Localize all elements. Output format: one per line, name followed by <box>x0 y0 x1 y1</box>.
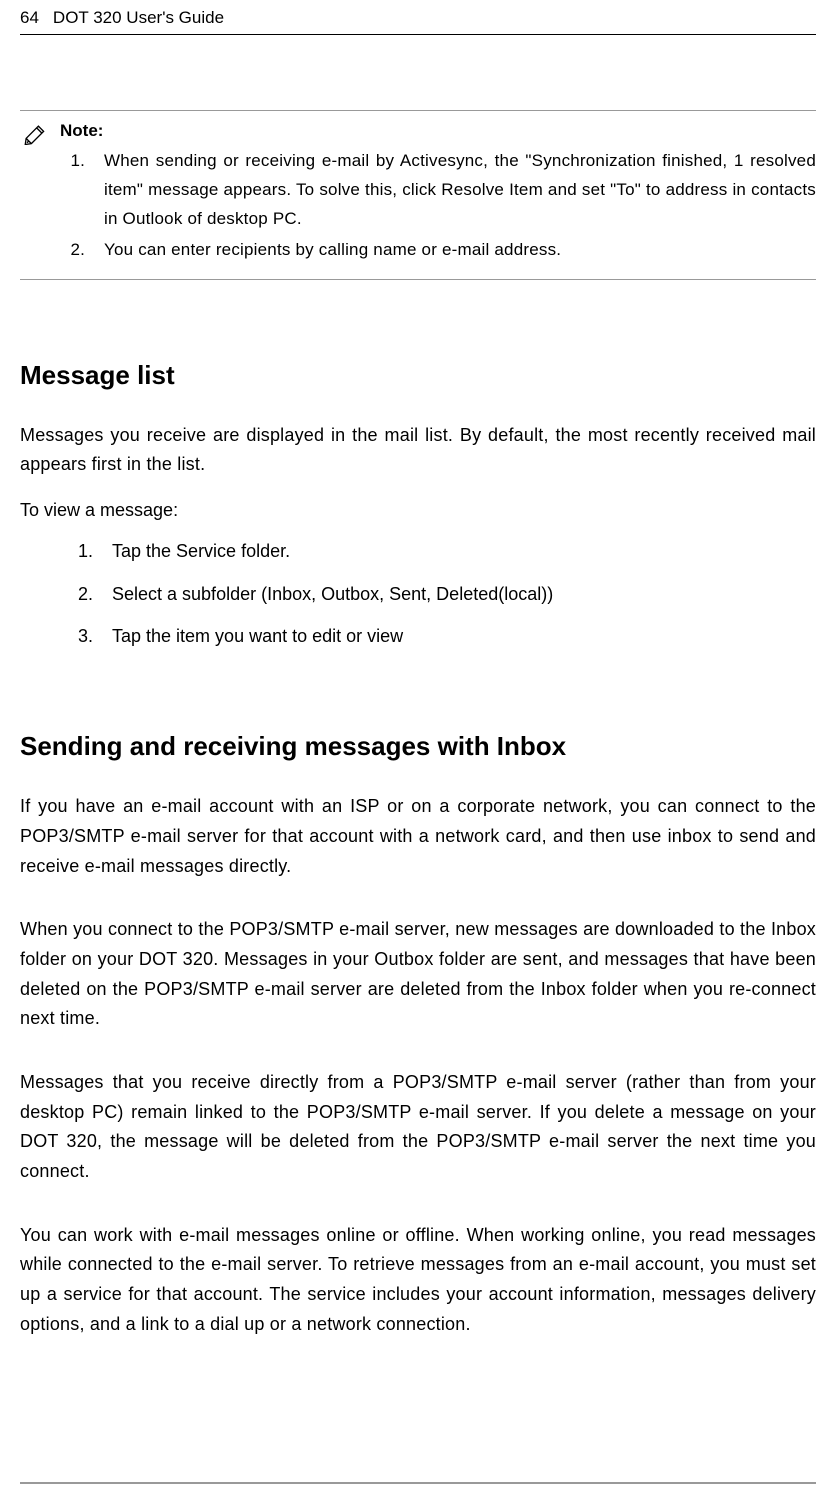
body-paragraph: Messages that you receive directly from … <box>20 1068 816 1187</box>
body-paragraph: You can work with e-mail messages online… <box>20 1221 816 1340</box>
body-paragraph: To view a message: <box>20 496 816 525</box>
note-list: When sending or receiving e-mail by Acti… <box>60 147 816 265</box>
step-item: Tap the Service folder. <box>98 537 816 566</box>
body-paragraph: If you have an e-mail account with an IS… <box>20 792 816 881</box>
step-list: Tap the Service folder. Select a subfold… <box>20 537 816 651</box>
footer-rule <box>20 1482 816 1484</box>
pencil-note-icon <box>20 121 50 267</box>
section-heading-sending-receiving: Sending and receiving messages with Inbo… <box>20 731 816 762</box>
step-item: Tap the item you want to edit or view <box>98 622 816 651</box>
note-label: Note: <box>60 121 816 141</box>
section-heading-message-list: Message list <box>20 360 816 391</box>
body-paragraph: Messages you receive are displayed in th… <box>20 421 816 480</box>
note-content: Note: When sending or receiving e-mail b… <box>60 121 816 267</box>
note-item: When sending or receiving e-mail by Acti… <box>90 147 816 234</box>
note-item: You can enter recipients by calling name… <box>90 236 816 265</box>
note-box: Note: When sending or receiving e-mail b… <box>20 110 816 280</box>
page-header: 64 DOT 320 User's Guide <box>20 8 816 35</box>
header-title: DOT 320 User's Guide <box>53 8 224 28</box>
body-paragraph: When you connect to the POP3/SMTP e-mail… <box>20 915 816 1034</box>
step-item: Select a subfolder (Inbox, Outbox, Sent,… <box>98 580 816 609</box>
page-number: 64 <box>20 8 39 28</box>
